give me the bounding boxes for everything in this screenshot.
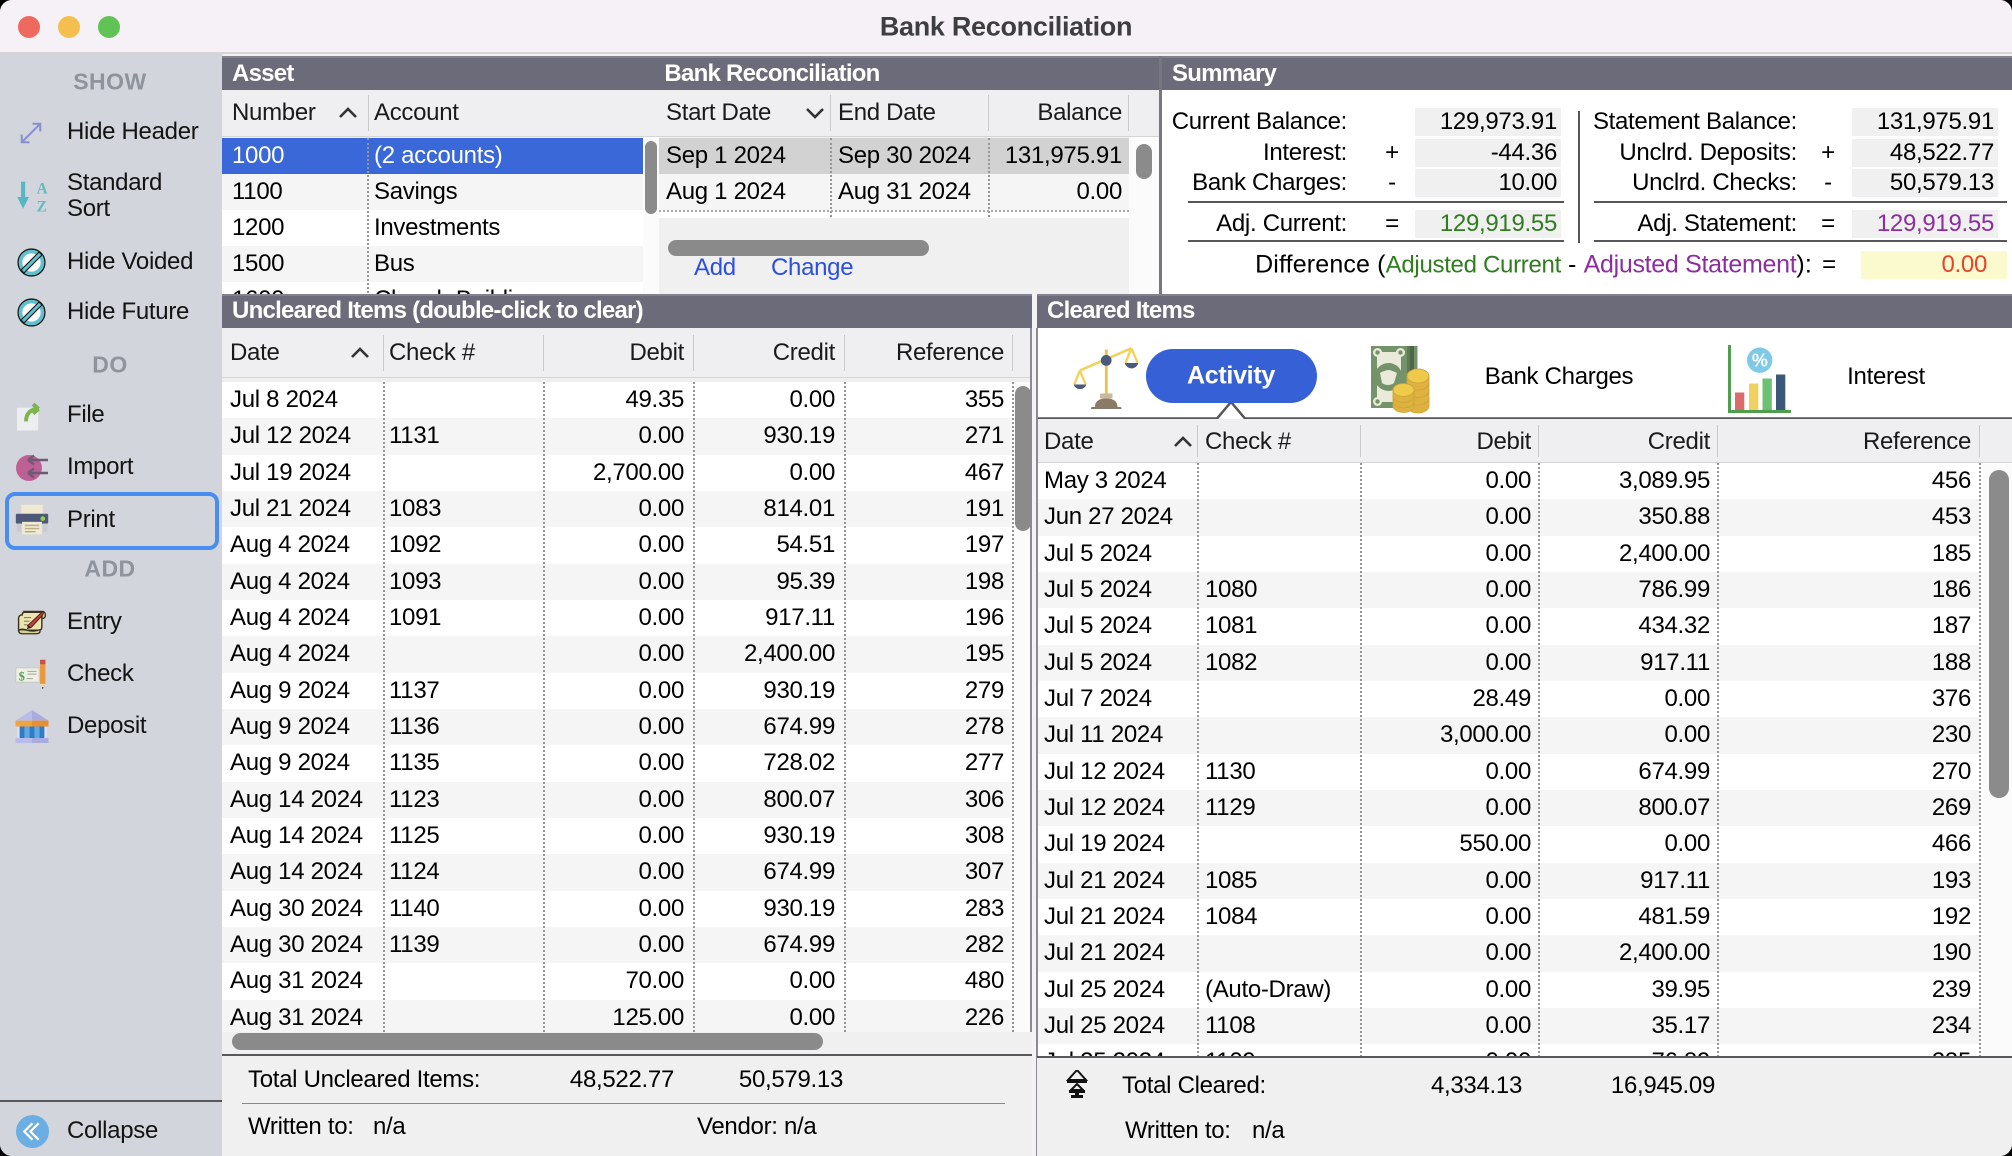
svg-text:$: $ [19, 669, 25, 683]
svg-text:%: % [1752, 351, 1768, 371]
svg-text:A: A [37, 180, 48, 197]
svg-text:Z: Z [37, 198, 47, 215]
